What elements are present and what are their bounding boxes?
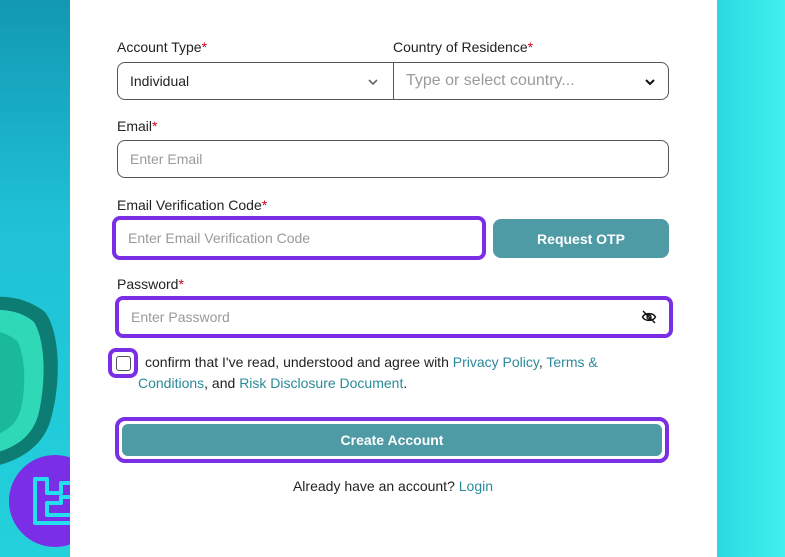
login-prompt-text: Already have an account?	[292, 478, 455, 494]
verification-label: Email Verification Code*	[117, 197, 267, 213]
country-label: Country of Residence*	[393, 39, 533, 55]
required-mark: *	[178, 276, 184, 292]
login-prompt: Already have an account? Login	[117, 478, 669, 494]
login-link[interactable]: Login	[459, 478, 493, 494]
consent-end: .	[403, 375, 408, 391]
required-mark: *	[201, 39, 208, 55]
email-label-text: Email	[117, 118, 153, 134]
eye-slash-icon[interactable]	[641, 309, 657, 325]
consent-text-start: confirm that I've read, understood and a…	[145, 354, 453, 370]
account-type-select[interactable]: Individual	[117, 62, 394, 100]
verification-code-field[interactable]	[112, 216, 486, 260]
risk-disclosure-link[interactable]: Risk Disclosure Document	[239, 375, 403, 391]
chevron-down-icon	[368, 79, 378, 86]
create-account-button[interactable]: Create Account	[122, 424, 662, 456]
account-type-label: Account Type*	[117, 39, 207, 55]
chevron-down-icon	[645, 79, 655, 86]
required-mark: *	[261, 197, 268, 213]
password-input[interactable]	[131, 309, 641, 325]
privacy-policy-link[interactable]: Privacy Policy	[453, 354, 539, 370]
country-select[interactable]	[393, 62, 669, 100]
consent-text: confirm that I've read, understood and a…	[138, 352, 618, 394]
required-mark: *	[527, 39, 534, 55]
password-field[interactable]	[115, 296, 673, 338]
shield-decoration	[0, 296, 58, 465]
email-field[interactable]	[117, 140, 669, 178]
consent-checkbox[interactable]	[115, 355, 131, 371]
password-label: Password*	[117, 276, 184, 292]
country-input[interactable]	[406, 72, 656, 90]
consent-checkbox-wrapper[interactable]	[108, 348, 138, 378]
password-label-text: Password	[117, 276, 179, 292]
account-type-value: Individual	[130, 73, 190, 89]
verification-code-input[interactable]	[128, 230, 470, 246]
required-mark: *	[152, 118, 158, 134]
country-label-text: Country of Residence	[393, 39, 528, 55]
background-right-panel	[717, 0, 785, 557]
request-otp-button[interactable]: Request OTP	[493, 219, 669, 258]
email-input[interactable]	[130, 151, 656, 167]
consent-separator: , and	[204, 375, 240, 391]
verification-label-text: Email Verification Code	[117, 197, 262, 213]
account-type-label-text: Account Type	[117, 39, 202, 55]
email-label: Email*	[117, 118, 157, 134]
